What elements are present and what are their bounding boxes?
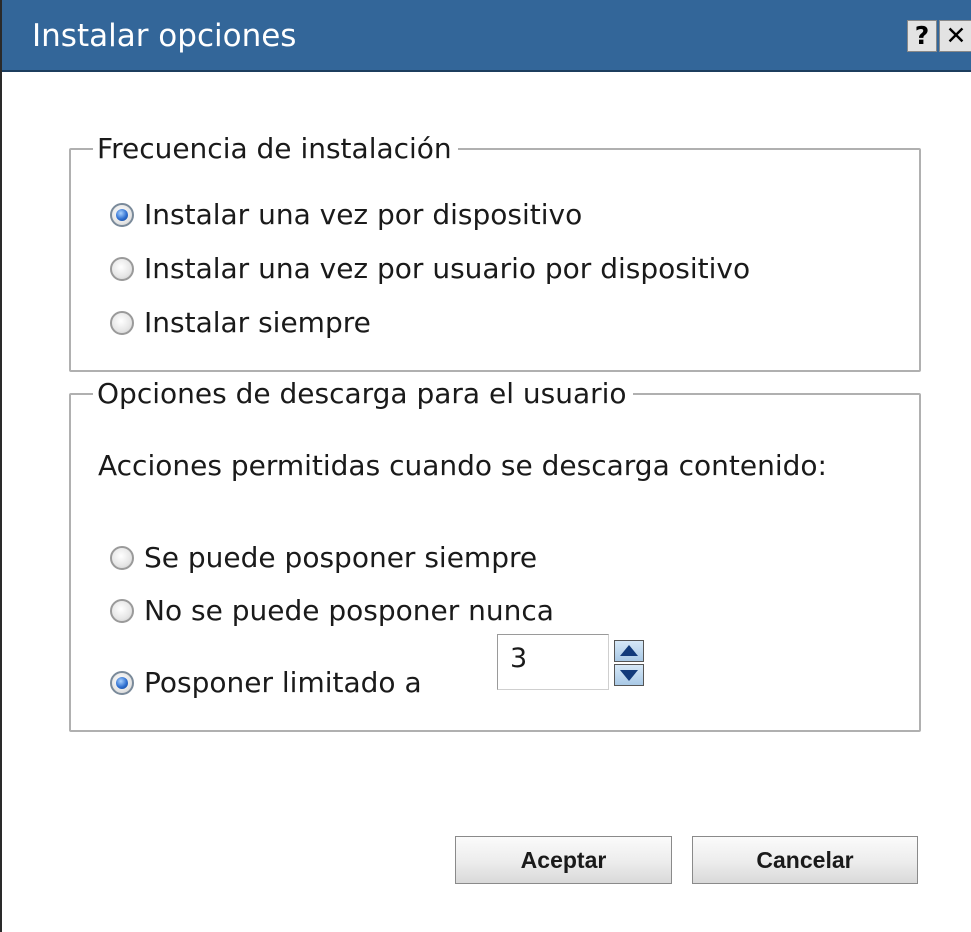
spin-up-button[interactable] — [614, 640, 644, 662]
arrow-down-icon — [620, 670, 638, 681]
title-bar: Instalar opciones ? ✕ — [2, 0, 971, 72]
cancel-button[interactable]: Cancelar — [692, 836, 918, 884]
radio-label: Instalar una vez por dispositivo — [144, 198, 583, 231]
radio-label: Instalar una vez por usuario por disposi… — [144, 252, 751, 285]
radio-install-always[interactable]: Instalar siempre — [110, 306, 371, 340]
dialog-title: Instalar opciones — [32, 18, 297, 54]
radio-postpone-always[interactable]: Se puede posponer siempre — [110, 541, 537, 575]
spin-down-button[interactable] — [614, 664, 644, 686]
close-button[interactable]: ✕ — [939, 20, 971, 52]
install-frequency-legend: Frecuencia de instalación — [97, 132, 452, 165]
radio-button-selected[interactable] — [110, 671, 134, 695]
radio-label: Se puede posponer siempre — [144, 541, 538, 574]
postpone-limit-input[interactable]: 3 — [497, 634, 609, 690]
allowed-actions-description: Acciones permitidas cuando se descarga c… — [98, 449, 827, 482]
radio-label: Posponer limitado a — [144, 666, 422, 699]
radio-install-once-per-device[interactable]: Instalar una vez por dispositivo — [110, 198, 582, 232]
help-button[interactable]: ? — [907, 20, 937, 52]
ok-button[interactable]: Aceptar — [455, 836, 672, 884]
install-options-dialog: Instalar opciones ? ✕ Frecuencia de inst… — [0, 0, 971, 932]
radio-postpone-limited[interactable]: Posponer limitado a — [110, 666, 422, 700]
radio-button-selected[interactable] — [110, 203, 134, 227]
download-options-legend: Opciones de descarga para el usuario — [97, 377, 627, 410]
arrow-up-icon — [620, 645, 638, 656]
radio-label: No se puede posponer nunca — [144, 594, 554, 627]
radio-install-once-per-user-per-device[interactable]: Instalar una vez por usuario por disposi… — [110, 252, 750, 286]
radio-button[interactable] — [110, 311, 134, 335]
radio-label: Instalar siempre — [144, 306, 371, 339]
radio-button[interactable] — [110, 257, 134, 281]
radio-button[interactable] — [110, 546, 134, 570]
radio-never-postpone[interactable]: No se puede posponer nunca — [110, 594, 554, 628]
radio-button[interactable] — [110, 599, 134, 623]
